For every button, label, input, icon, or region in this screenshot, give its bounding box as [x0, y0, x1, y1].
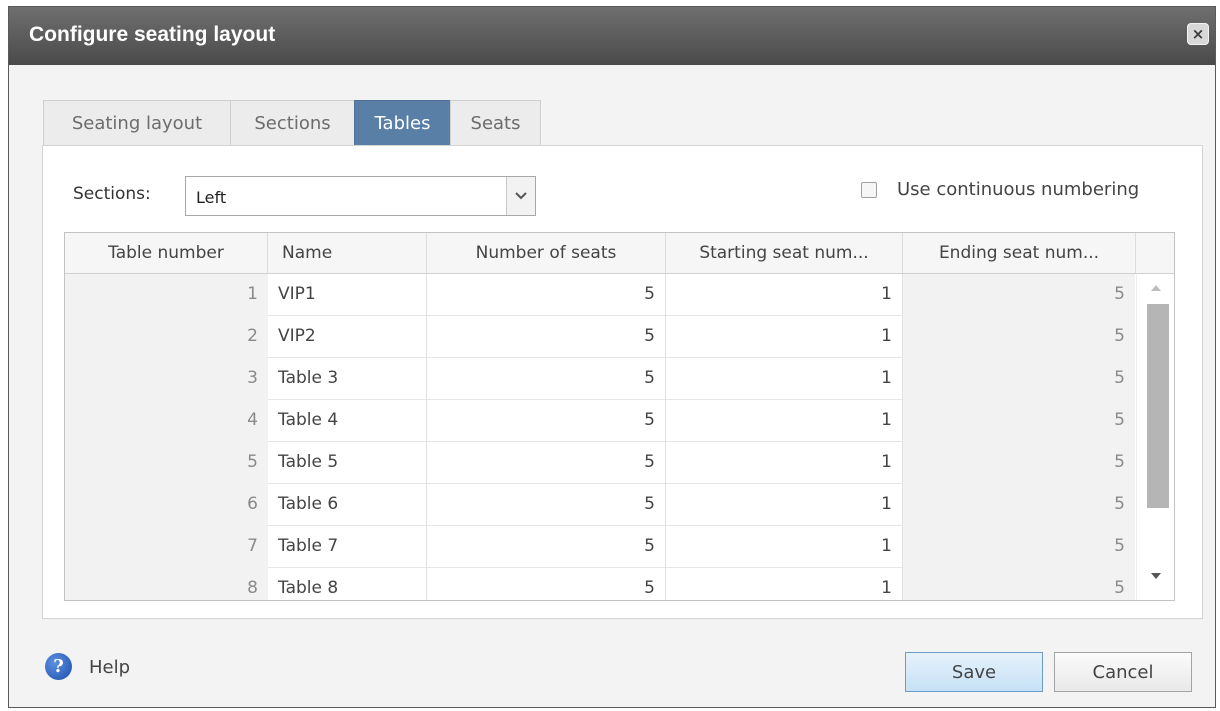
cell-name[interactable]: VIP1 — [268, 274, 427, 316]
cell-name[interactable]: Table 4 — [268, 400, 427, 442]
arrow-down-icon — [1150, 573, 1161, 579]
header-name[interactable]: Name — [268, 233, 427, 273]
dialog-titlebar: Configure seating layout × — [9, 7, 1215, 65]
cell-name[interactable]: VIP2 — [268, 316, 427, 358]
arrow-up-icon — [1150, 285, 1161, 291]
cell-starting-seat-number[interactable]: 1 — [666, 484, 903, 526]
cell-starting-seat-number[interactable]: 1 — [666, 442, 903, 484]
chevron-down-icon — [515, 192, 527, 200]
tab-sections[interactable]: Sections — [230, 100, 355, 146]
cell-number-of-seats[interactable]: 5 — [427, 442, 666, 484]
scroll-down-button[interactable] — [1137, 566, 1174, 586]
sections-dropdown[interactable]: Left — [185, 176, 536, 216]
cell-table-number: 7 — [65, 526, 268, 568]
cell-ending-seat-number: 5 — [903, 526, 1135, 568]
close-button[interactable]: × — [1187, 23, 1209, 45]
scroll-thumb[interactable] — [1147, 304, 1169, 508]
dialog-title: Configure seating layout — [29, 23, 276, 46]
cell-table-number: 8 — [65, 568, 268, 600]
sections-dropdown-value: Left — [196, 188, 227, 207]
continuous-numbering-checkbox[interactable] — [861, 182, 877, 198]
cell-name[interactable]: Table 3 — [268, 358, 427, 400]
cell-ending-seat-number: 5 — [903, 358, 1135, 400]
grid-scrollbar[interactable] — [1136, 274, 1174, 600]
cell-name[interactable]: Table 6 — [268, 484, 427, 526]
header-table-number[interactable]: Table number — [65, 233, 268, 273]
cell-name[interactable]: Table 8 — [268, 568, 427, 600]
cell-table-number: 3 — [65, 358, 268, 400]
cell-table-number: 5 — [65, 442, 268, 484]
table-row[interactable]: 5 Table 5515 — [65, 442, 1135, 484]
table-row[interactable]: 2 VIP2 5 1 5 — [65, 316, 1135, 358]
cell-ending-seat-number: 5 — [903, 484, 1135, 526]
cell-table-number: 2 — [65, 316, 268, 358]
table-row[interactable]: 3 Table 3515 — [65, 358, 1135, 400]
cell-starting-seat-number[interactable]: 1 — [666, 274, 903, 316]
sections-label: Sections: — [73, 184, 151, 204]
cell-ending-seat-number: 5 — [903, 442, 1135, 484]
cell-starting-seat-number[interactable]: 1 — [666, 358, 903, 400]
cancel-button[interactable]: Cancel — [1054, 652, 1192, 692]
tab-tables[interactable]: Tables — [354, 100, 451, 146]
continuous-numbering-label: Use continuous numbering — [897, 179, 1140, 200]
cell-number-of-seats[interactable]: 5 — [427, 358, 666, 400]
configure-seating-dialog: Configure seating layout × Seating layou… — [8, 6, 1216, 708]
cell-number-of-seats[interactable]: 5 — [427, 274, 666, 316]
cell-starting-seat-number[interactable]: 1 — [666, 526, 903, 568]
cell-table-number: 4 — [65, 400, 268, 442]
tables-grid: Table number Name Number of seats Starti… — [64, 232, 1175, 601]
cell-ending-seat-number: 5 — [903, 400, 1135, 442]
tables-panel: Sections: Left Use continuous numbering … — [42, 145, 1203, 619]
cell-table-number: 1 — [65, 274, 268, 316]
cell-starting-seat-number[interactable]: 1 — [666, 400, 903, 442]
close-icon: × — [1191, 25, 1205, 43]
help-icon: ? — [45, 653, 72, 680]
tab-seats[interactable]: Seats — [450, 100, 541, 146]
grid-rows: 1 VIP1 5 1 5 2 VIP2 5 1 5 3 Table 3 5 1 5 4 Table 45155T… — [65, 274, 1135, 600]
scroll-up-button[interactable] — [1137, 278, 1174, 298]
table-row[interactable]: 1 VIP1 5 1 5 — [65, 274, 1135, 316]
cell-number-of-seats[interactable]: 5 — [427, 400, 666, 442]
table-row[interactable]: 8 Table 8515 — [65, 568, 1135, 600]
cell-name[interactable]: Table 7 — [268, 526, 427, 568]
table-row[interactable]: 6 Table 6515 — [65, 484, 1135, 526]
header-ending-seat-number[interactable]: Ending seat num... — [903, 233, 1136, 273]
cell-starting-seat-number[interactable]: 1 — [666, 568, 903, 600]
cell-number-of-seats[interactable]: 5 — [427, 568, 666, 600]
help-label: Help — [89, 657, 131, 678]
cell-ending-seat-number: 5 — [903, 274, 1135, 316]
cell-number-of-seats[interactable]: 5 — [427, 316, 666, 358]
table-row[interactable]: 4 Table 4515 — [65, 400, 1135, 442]
cell-name[interactable]: Table 5 — [268, 442, 427, 484]
cell-number-of-seats[interactable]: 5 — [427, 484, 666, 526]
cell-ending-seat-number: 5 — [903, 568, 1135, 600]
header-starting-seat-number[interactable]: Starting seat num... — [666, 233, 903, 273]
grid-header: Table number Name Number of seats Starti… — [65, 233, 1174, 274]
cell-table-number: 6 — [65, 484, 268, 526]
dropdown-button[interactable] — [506, 177, 535, 215]
cell-ending-seat-number: 5 — [903, 316, 1135, 358]
cell-starting-seat-number[interactable]: 1 — [666, 316, 903, 358]
tab-seating-layout[interactable]: Seating layout — [43, 100, 231, 146]
table-row[interactable]: 7 Table 7515 — [65, 526, 1135, 568]
cell-number-of-seats[interactable]: 5 — [427, 526, 666, 568]
header-number-of-seats[interactable]: Number of seats — [427, 233, 666, 273]
save-button[interactable]: Save — [905, 652, 1043, 692]
